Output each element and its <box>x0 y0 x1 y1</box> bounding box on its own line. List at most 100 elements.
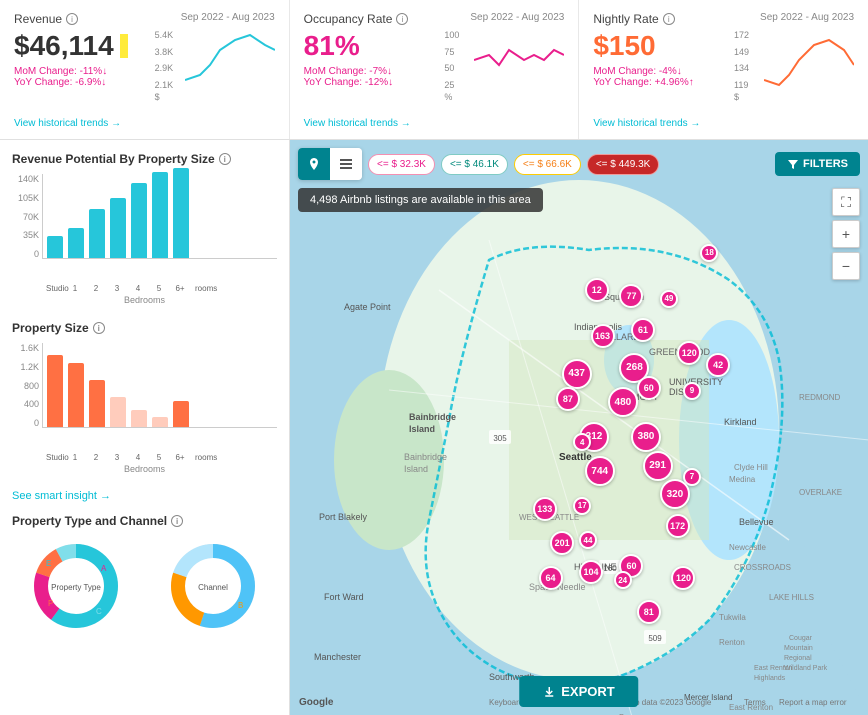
svg-text:P: P <box>48 599 53 608</box>
map-marker[interactable]: 9 <box>683 382 701 400</box>
property-type-channel-label: Property Type and Channel <box>12 514 167 528</box>
map-marker[interactable]: 120 <box>671 566 695 590</box>
revenue-info-icon[interactable]: i <box>66 13 78 25</box>
svg-text:Renton: Renton <box>719 638 745 647</box>
nightly-info-icon[interactable]: i <box>663 13 675 25</box>
revenue-potential-title: Revenue Potential By Property Size i <box>12 152 277 166</box>
fullscreen-btn[interactable]: ⛶ <box>832 188 860 216</box>
nightly-sparkline: 172149134119 $ <box>734 30 854 100</box>
see-insight-link[interactable]: See smart insight → <box>12 490 277 502</box>
svg-text:509: 509 <box>648 634 662 643</box>
svg-text:Tukwila: Tukwila <box>719 613 746 622</box>
svg-text:A: A <box>238 564 244 573</box>
property-size-chart: 1.6K1.2K8004000 <box>12 343 277 453</box>
svg-text:Bainbridge: Bainbridge <box>404 452 447 462</box>
sidebar: Revenue Potential By Property Size i 140… <box>0 140 290 715</box>
nightly-view-trends[interactable]: View historical trends → <box>593 118 700 129</box>
map-marker[interactable]: 60 <box>637 376 661 400</box>
price-chip-4[interactable]: <= $ 449.3K <box>587 154 660 175</box>
svg-text:Report a map error: Report a map error <box>779 698 847 707</box>
revenue-view-trends[interactable]: View historical trends → <box>14 118 121 129</box>
svg-text:Island: Island <box>409 424 435 434</box>
map-marker[interactable]: 12 <box>585 278 609 302</box>
map-marker[interactable]: 437 <box>562 359 592 389</box>
map-marker[interactable]: 380 <box>631 422 661 452</box>
revenue-potential-section: Revenue Potential By Property Size i 140… <box>12 152 277 305</box>
map-marker[interactable]: 81 <box>637 600 661 624</box>
map-marker[interactable]: 172 <box>666 514 690 538</box>
map-marker[interactable]: 18 <box>700 244 718 262</box>
svg-text:Property Type: Property Type <box>51 583 101 592</box>
occupancy-sparkline-svg <box>474 30 564 95</box>
map-svg-background: 305 160 509 Bainbridge Island Bainbridge… <box>290 140 868 715</box>
list-view-btn[interactable] <box>330 148 362 180</box>
view-toggle <box>298 148 362 180</box>
property-type-channel-info-icon[interactable]: i <box>171 515 183 527</box>
occupancy-view-trends[interactable]: View historical trends → <box>304 118 411 129</box>
filter-bar: <= $ 32.3K <= $ 46.1K <= $ 66.6K <= $ 44… <box>298 148 860 180</box>
map-marker[interactable]: 163 <box>591 324 615 348</box>
svg-text:OVERLAKE: OVERLAKE <box>799 488 842 497</box>
property-type-channel-section: Property Type and Channel i <box>12 514 277 636</box>
zoom-in-btn[interactable]: + <box>832 220 860 248</box>
map-notification: 4,498 Airbnb listings are available in t… <box>298 188 543 212</box>
main-content: Revenue Potential By Property Size i 140… <box>0 140 868 715</box>
svg-text:Agate Point: Agate Point <box>344 302 391 312</box>
svg-text:Bellevue: Bellevue <box>739 517 774 527</box>
map-marker[interactable]: 291 <box>643 451 673 481</box>
svg-text:Regional: Regional <box>784 655 812 662</box>
svg-text:REDMOND: REDMOND <box>799 393 841 402</box>
map-area: <= $ 32.3K <= $ 46.1K <= $ 66.6K <= $ 44… <box>290 140 868 715</box>
map-marker[interactable]: 320 <box>660 479 690 509</box>
occupancy-info-icon[interactable]: i <box>396 13 408 25</box>
price-chip-3[interactable]: <= $ 66.6K <box>514 154 581 175</box>
map-view-btn[interactable] <box>298 148 330 180</box>
notification-text: 4,498 Airbnb listings are available in t… <box>310 194 531 206</box>
map-marker[interactable]: 480 <box>608 387 638 417</box>
svg-text:Newcastle: Newcastle <box>729 543 766 552</box>
map-marker[interactable]: 24 <box>614 571 632 589</box>
property-size-info-icon[interactable]: i <box>93 322 105 334</box>
svg-text:Terms: Terms <box>744 698 766 707</box>
zoom-out-btn[interactable]: − <box>832 252 860 280</box>
price-chip-2[interactable]: <= $ 46.1K <box>441 154 508 175</box>
svg-text:E: E <box>46 559 51 568</box>
svg-text:Fort Ward: Fort Ward <box>324 592 364 602</box>
map-marker[interactable]: 42 <box>706 353 730 377</box>
map-marker[interactable]: 17 <box>573 497 591 515</box>
revenue-label: Revenue <box>14 12 62 26</box>
revenue-potential-label: Revenue Potential By Property Size <box>12 152 215 166</box>
revenue-sparkline-svg <box>185 30 275 95</box>
occupancy-sparkline: 100755025 % <box>444 30 564 100</box>
map-marker[interactable]: 133 <box>533 497 557 521</box>
svg-text:LAKE HILLS: LAKE HILLS <box>769 593 814 602</box>
revenue-value: $46,114 <box>14 30 114 62</box>
map-marker[interactable]: 201 <box>550 531 574 555</box>
occupancy-date: Sep 2022 - Aug 2023 <box>470 12 564 23</box>
map-marker[interactable]: 104 <box>579 560 603 584</box>
revenue-card: Revenue i Sep 2022 - Aug 2023 $46,114 Mo… <box>0 0 290 139</box>
map-marker[interactable]: 744 <box>585 456 615 486</box>
svg-text:Highlands: Highlands <box>754 675 786 682</box>
map-marker[interactable]: 64 <box>539 566 563 590</box>
property-type-channel-title: Property Type and Channel i <box>12 514 277 528</box>
nightly-card: Nightly Rate i Sep 2022 - Aug 2023 $150 … <box>579 0 868 139</box>
svg-text:Google: Google <box>299 697 334 708</box>
export-button[interactable]: EXPORT <box>519 676 638 707</box>
svg-text:Manchester: Manchester <box>314 652 361 662</box>
channel-donut-container: Channel A B <box>149 536 278 636</box>
svg-text:Port Blakely: Port Blakely <box>319 512 368 522</box>
price-chip-1[interactable]: <= $ 32.3K <box>368 154 435 175</box>
svg-text:Island: Island <box>404 464 428 474</box>
export-label: EXPORT <box>561 684 614 699</box>
svg-text:Wildland Park: Wildland Park <box>784 665 828 672</box>
svg-text:Medina: Medina <box>729 475 756 484</box>
map-marker[interactable]: 49 <box>660 290 678 308</box>
svg-text:C: C <box>96 607 102 616</box>
map-marker[interactable]: 44 <box>579 531 597 549</box>
filters-button[interactable]: FILTERS <box>775 152 860 176</box>
revenue-potential-info-icon[interactable]: i <box>219 153 231 165</box>
map-marker[interactable]: 87 <box>556 387 580 411</box>
donut-charts-row: Property Type E A P C <box>12 536 277 636</box>
channel-donut-svg: Channel A B <box>163 536 263 636</box>
